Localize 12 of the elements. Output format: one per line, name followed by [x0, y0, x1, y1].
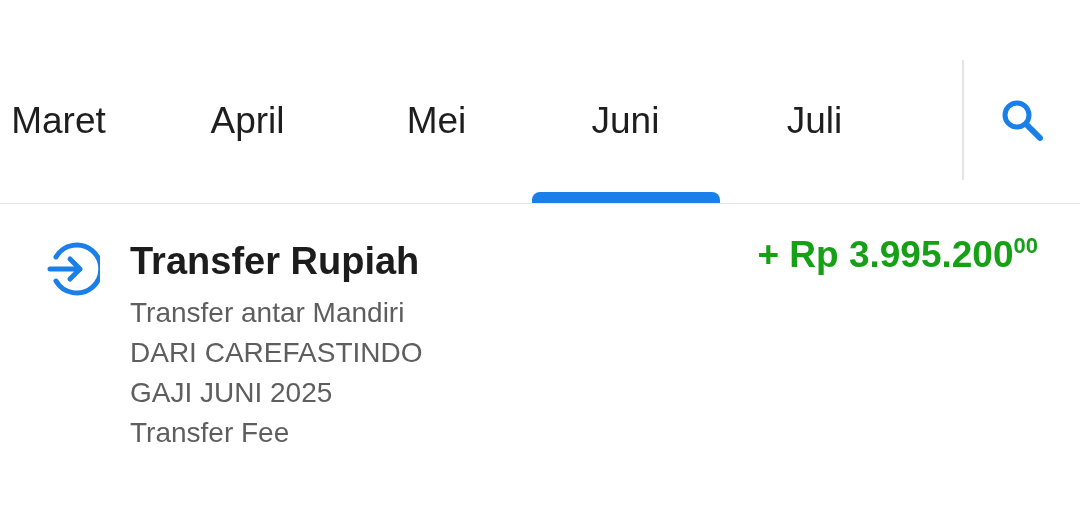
month-tab[interactable]: April [153, 60, 342, 203]
transaction-detail: GAJI JUNI 2025 [130, 376, 334, 410]
transaction-amount: + Rp 3.995.200$^{00}$ [757, 234, 1038, 276]
month-tab[interactable]: Juni [531, 60, 720, 203]
transaction-title: Transfer Rupiah [130, 240, 420, 283]
transaction-detail: Transfer antar Mandiri [130, 296, 406, 330]
month-tab[interactable]: Mei [342, 60, 531, 203]
arrow-in-circle-icon [46, 242, 100, 296]
month-tab[interactable]: Maret [0, 60, 153, 203]
transaction-detail: DARI CAREFASTINDO [130, 336, 424, 370]
month-tab[interactable]: Juli [720, 60, 909, 203]
transaction-detail: Transfer Fee [130, 416, 291, 450]
